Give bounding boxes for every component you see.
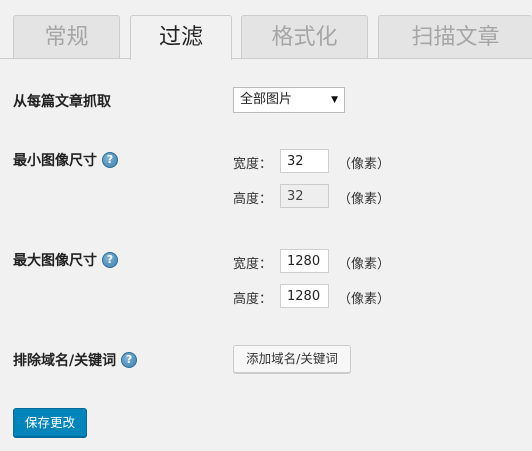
max-height-input[interactable]	[280, 284, 329, 308]
fetch-from-label-text: 从每篇文章抓取	[13, 94, 111, 110]
max-size-label-text: 最大图像尺寸	[13, 253, 97, 269]
save-changes-button[interactable]: 保存更改	[13, 408, 87, 437]
add-domain-keyword-button[interactable]: 添加域名/关键词	[233, 345, 351, 373]
min-width-unit: （像素）	[338, 157, 391, 172]
tab-scan-posts[interactable]: 扫描文章	[378, 15, 532, 58]
fetch-from-selected-value: 全部图片	[240, 92, 293, 107]
max-size-label: 最大图像尺寸 ?	[13, 250, 118, 270]
tab-bar: 常规 过滤 格式化 扫描文章	[0, 0, 532, 60]
tab-format[interactable]: 格式化	[241, 15, 368, 58]
max-height-unit: （像素）	[338, 292, 391, 307]
min-height-label: 高度：	[233, 192, 273, 207]
min-size-label: 最小图像尺寸 ?	[13, 150, 118, 170]
min-width-input[interactable]	[280, 149, 329, 173]
min-height-unit: （像素）	[338, 192, 391, 207]
max-width-label: 宽度：	[233, 257, 273, 272]
min-size-label-text: 最小图像尺寸	[13, 153, 97, 169]
help-icon[interactable]: ?	[121, 352, 138, 368]
chevron-down-icon: ▼	[331, 95, 338, 105]
fetch-from-select[interactable]: 全部图片 ▼	[233, 87, 345, 113]
max-width-unit: （像素）	[338, 257, 391, 272]
max-height-label: 高度：	[233, 292, 273, 307]
tab-general[interactable]: 常规	[13, 15, 120, 58]
help-icon[interactable]: ?	[102, 252, 118, 268]
min-width-label: 宽度：	[233, 157, 273, 172]
max-width-input[interactable]	[280, 249, 329, 273]
exclude-label-text: 排除域名/关键词	[13, 353, 117, 369]
min-height-input	[280, 184, 329, 208]
fetch-from-label: 从每篇文章抓取	[13, 91, 111, 111]
exclude-label: 排除域名/关键词 ?	[13, 350, 138, 370]
help-icon[interactable]: ?	[102, 152, 118, 168]
tab-filter[interactable]: 过滤	[130, 15, 232, 60]
